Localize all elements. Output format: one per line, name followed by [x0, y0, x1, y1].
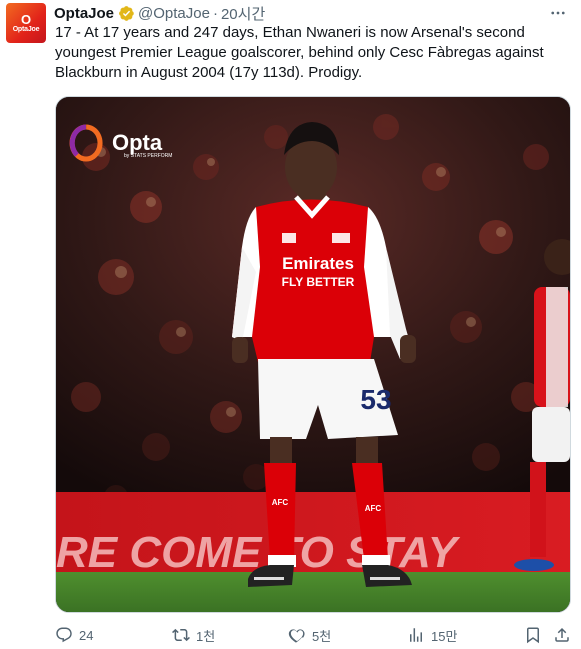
reply-button[interactable]: 24	[55, 624, 93, 646]
sock-text-left: AFC	[272, 498, 289, 507]
tweet-header: OptaJoe @OptaJoe · 20시간	[54, 3, 265, 23]
bookmark-icon	[527, 627, 539, 644]
views-count: 15만	[431, 628, 458, 644]
share-button[interactable]	[553, 624, 577, 646]
handle[interactable]: @OptaJoe	[138, 5, 210, 22]
reply-count: 24	[79, 627, 94, 643]
shirt-sponsor-line1: Emirates	[282, 254, 354, 273]
separator-dot: ·	[212, 4, 218, 22]
views-button[interactable]: 15만	[407, 624, 457, 646]
opta-watermark-brand: Opta	[112, 130, 163, 155]
like-count: 5천	[312, 628, 332, 644]
opta-watermark-sub: by STATS PERFORM	[124, 153, 172, 159]
shorts-number: 53	[360, 384, 391, 415]
tweet-photo[interactable]: RE COME TO STAY Emirates FLY BETTER 53 A…	[55, 96, 571, 613]
repost-icon	[172, 628, 190, 642]
tweet-actions: 24 1천 5천 15만	[55, 624, 571, 646]
shirt-sponsor-line2: FLY BETTER	[282, 275, 355, 289]
avatar-logo-letter: O	[20, 11, 32, 27]
timestamp[interactable]: 20시간	[221, 3, 265, 24]
tweet[interactable]: O OptaJoe OptaJoe @OptaJoe · 20시간 17 - A…	[0, 0, 581, 649]
avatar[interactable]: O OptaJoe	[6, 3, 46, 43]
views-chart-icon	[410, 628, 422, 642]
tweet-text: 17 - At 17 years and 247 days, Ethan Nwa…	[55, 24, 544, 81]
share-icon	[555, 627, 569, 642]
sock-text-right: AFC	[365, 504, 382, 513]
verified-badge-icon[interactable]	[118, 5, 135, 22]
player-photo: RE COME TO STAY Emirates FLY BETTER 53 A…	[56, 97, 570, 612]
bookmark-button[interactable]	[524, 624, 548, 646]
like-button[interactable]: 5천	[288, 624, 331, 646]
repost-button[interactable]: 1천	[172, 624, 215, 646]
display-name[interactable]: OptaJoe	[54, 5, 114, 22]
reply-icon	[56, 627, 72, 643]
repost-count: 1천	[196, 628, 216, 644]
heart-icon	[288, 629, 305, 643]
more-options-icon[interactable]	[545, 3, 571, 23]
avatar-logo-text: OptaJoe	[12, 25, 40, 33]
